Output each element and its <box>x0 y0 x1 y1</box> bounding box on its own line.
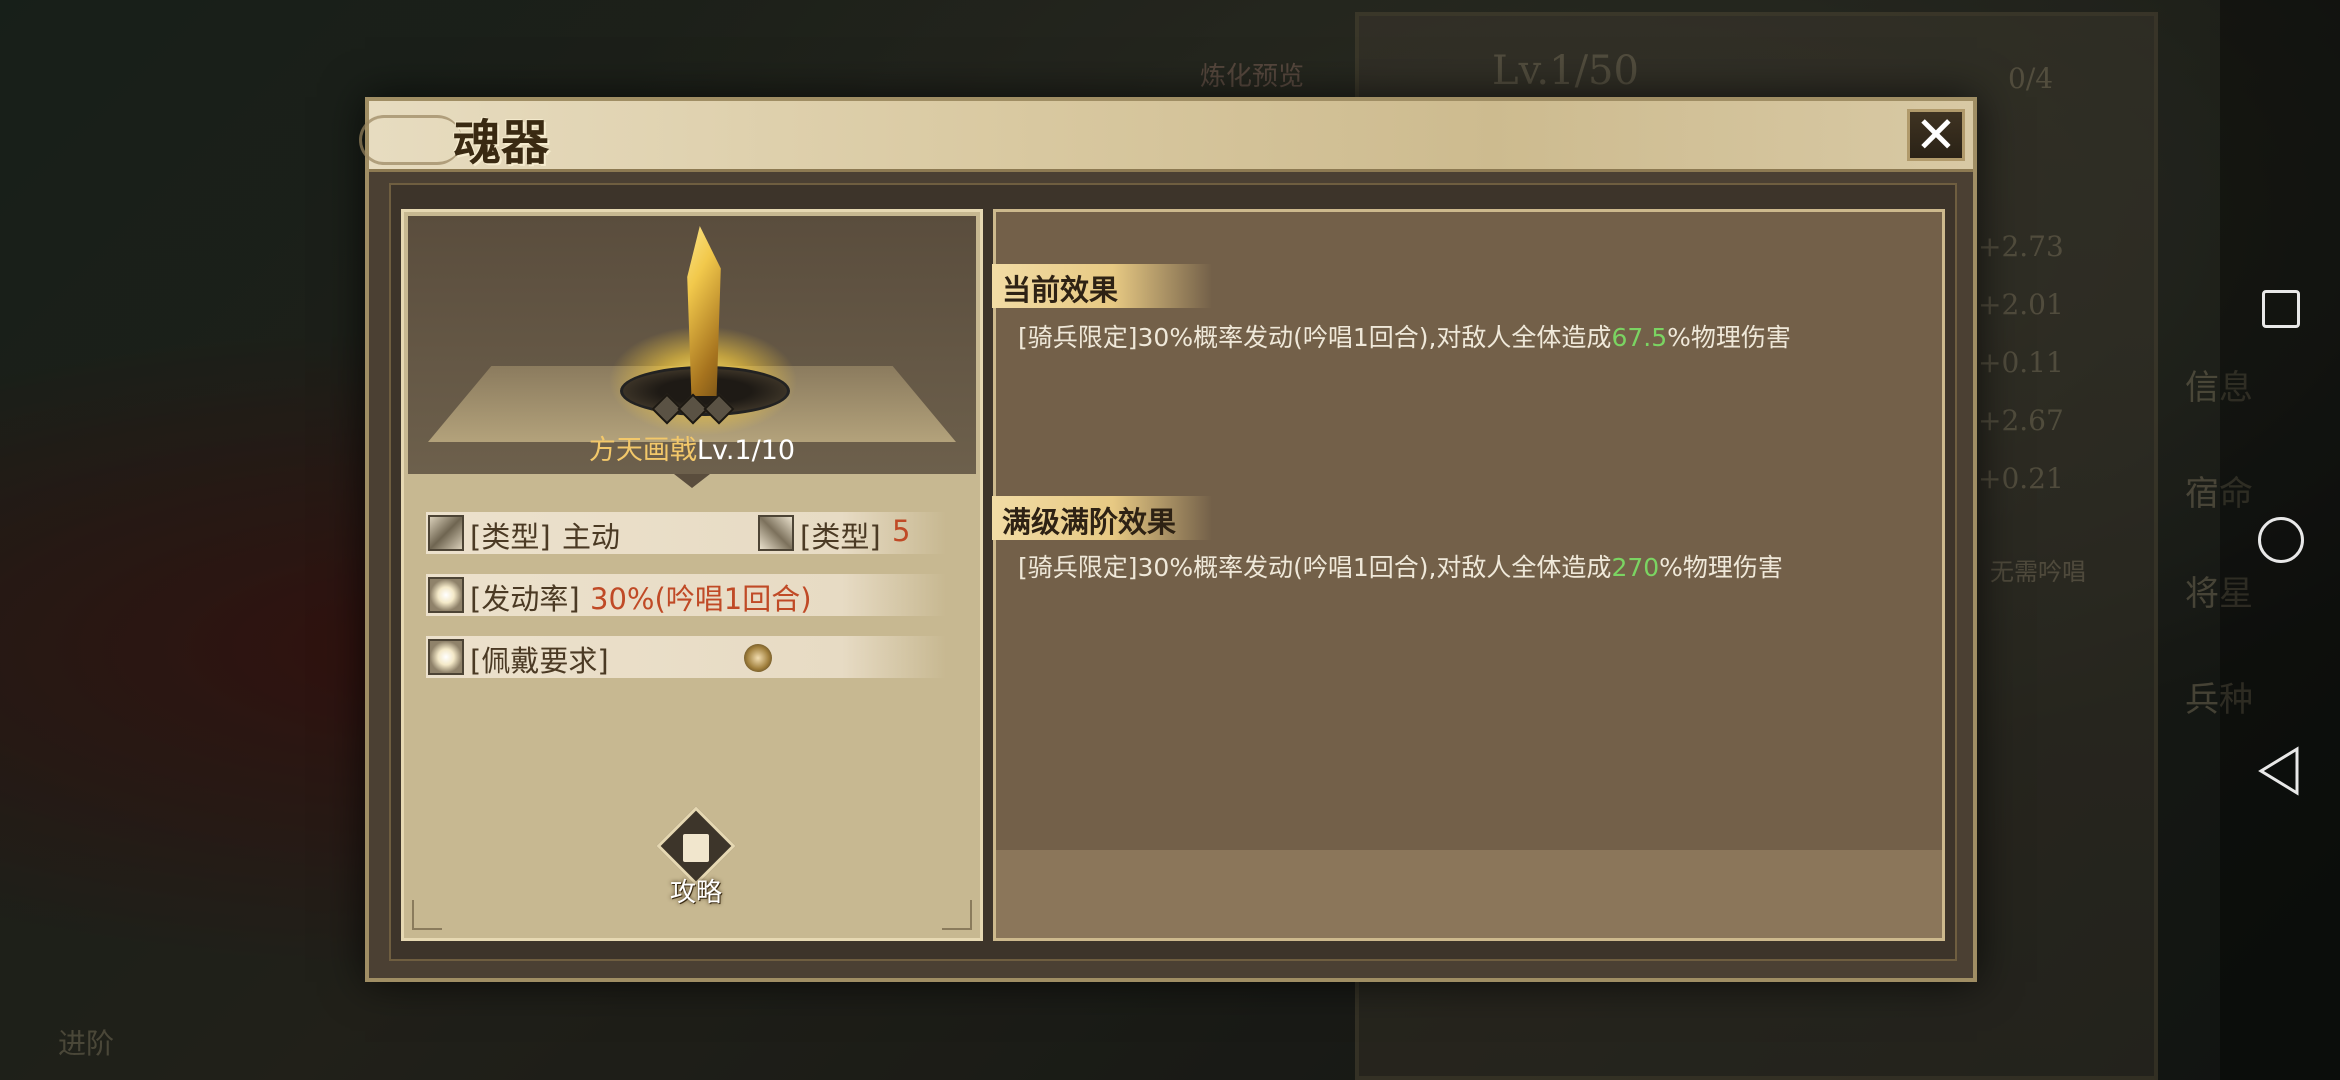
burst-icon <box>428 577 464 613</box>
current-effect-desc: [骑兵限定]30%概率发动(吟唱1回合),对敌人全体造成 <box>1018 323 1612 352</box>
stat-row-rate: [发动率] 30%(吟唱1回合) <box>426 574 946 616</box>
item-showcase: 方天画戟Lv.1/10 <box>408 216 976 474</box>
arrows-icon <box>758 515 794 551</box>
max-effect-text: [骑兵限定]30%概率发动(吟唱1回合),对敌人全体造成270%物理伤害 <box>1018 548 1783 584</box>
stat-row-type: [类型] 主动 [类型] 5 <box>426 512 946 554</box>
item-level: Lv.1/10 <box>696 435 796 466</box>
requirement-label: [佩戴要求] <box>470 644 609 678</box>
dialog-title-bar: 魂器 ✕ <box>359 101 1973 172</box>
effect-panel: 当前效果 [骑兵限定]30%概率发动(吟唱1回合),对敌人全体造成67.5%物理… <box>992 209 1945 941</box>
rate-label: [发动率] <box>470 582 580 616</box>
max-effect-suffix: %物理伤害 <box>1659 553 1783 582</box>
max-effect-title: 满级满阶效果 <box>1002 505 1177 539</box>
corner-ornament <box>412 900 442 930</box>
current-effect-header: 当前效果 <box>992 264 1212 308</box>
sword-icon <box>428 515 464 551</box>
rate-value: 30%(吟唱1回合) <box>590 582 812 616</box>
max-effect-desc: [骑兵限定]30%概率发动(吟唱1回合),对敌人全体造成 <box>1018 553 1612 582</box>
stat-row-requirement: [佩戴要求] <box>426 636 946 678</box>
type2-label: [类型] <box>800 520 881 554</box>
back-icon[interactable] <box>2257 745 2301 797</box>
current-effect-text: [骑兵限定]30%概率发动(吟唱1回合),对敌人全体造成67.5%物理伤害 <box>1018 318 1791 354</box>
item-title: 方天画戟Lv.1/10 <box>408 428 976 467</box>
max-effect-value: 270 <box>1611 553 1660 582</box>
rank-diamond-icon <box>703 393 735 425</box>
type2-value: 5 <box>892 514 911 548</box>
guide-label: 攻略 <box>669 878 722 908</box>
burst-icon <box>428 639 464 675</box>
type-value: 主动 <box>562 520 621 554</box>
cloud-ornament-icon <box>359 115 462 165</box>
soul-weapon-dialog: 魂器 ✕ 方天画戟Lv.1/10 [类型] 主动 [类型] 5 [发动率] 30… <box>359 97 1977 982</box>
chevron-down-icon <box>674 474 710 488</box>
document-pen-icon <box>683 834 709 862</box>
dialog-body: 方天画戟Lv.1/10 [类型] 主动 [类型] 5 [发动率] 30%(吟唱1… <box>389 183 1957 961</box>
guide-button[interactable]: 攻略 <box>653 806 739 908</box>
type-label: [类型] <box>470 520 551 554</box>
star-rank-diamonds <box>651 393 735 425</box>
item-detail-panel: 方天画戟Lv.1/10 [类型] 主动 [类型] 5 [发动率] 30%(吟唱1… <box>401 209 983 941</box>
recent-apps-icon[interactable] <box>2262 290 2300 328</box>
close-button[interactable]: ✕ <box>1907 109 1965 161</box>
horse-icon[interactable] <box>744 644 772 672</box>
effect-panel-footer <box>996 850 1942 938</box>
current-effect-suffix: %物理伤害 <box>1667 323 1791 352</box>
close-icon: ✕ <box>1915 106 1957 164</box>
max-effect-header: 满级满阶效果 <box>992 496 1212 540</box>
dialog-title: 魂器 <box>453 115 550 171</box>
corner-ornament <box>942 900 972 930</box>
home-icon[interactable] <box>2258 517 2304 563</box>
current-effect-title: 当前效果 <box>1002 273 1119 307</box>
item-name: 方天画戟 <box>588 435 697 466</box>
current-effect-value: 67.5 <box>1611 323 1668 352</box>
